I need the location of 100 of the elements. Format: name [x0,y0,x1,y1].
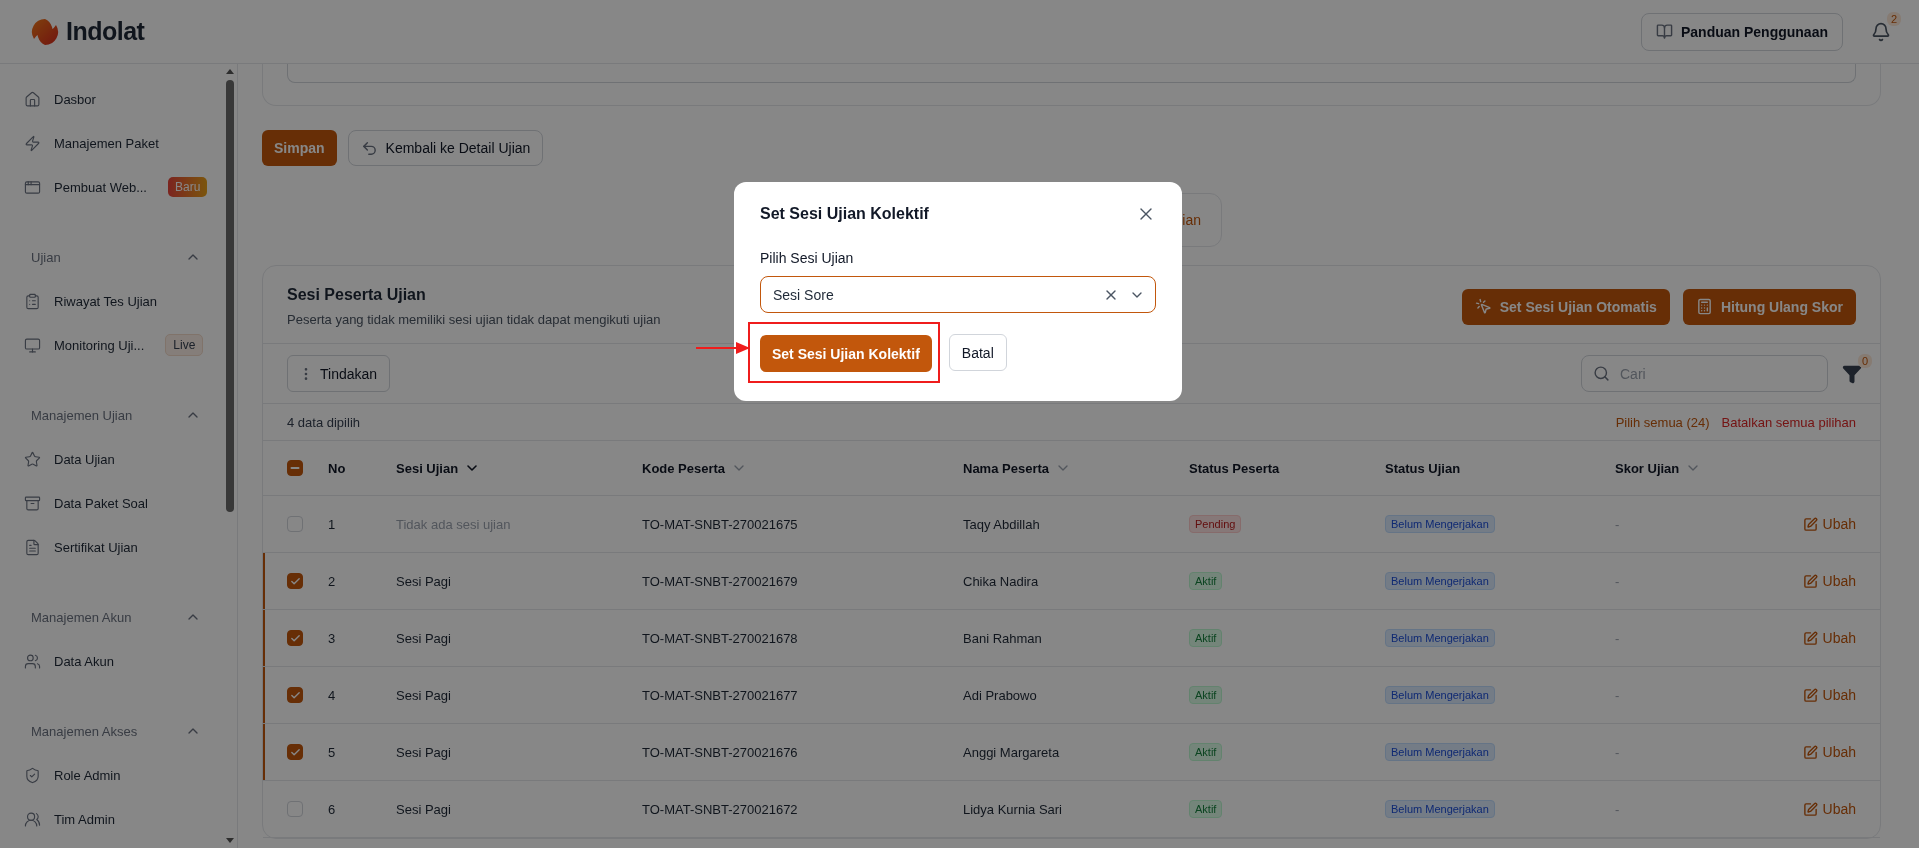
table-cell-text: TO-MAT-SNBT-270021679 [642,573,799,589]
status-tag: Belum Mengerjakan [1385,629,1495,647]
notification-icon[interactable] [1871,21,1891,42]
cancel-button[interactable]: Batal [948,334,1007,371]
table-cell-text: - [1615,744,1621,760]
table-cell-text: 1 [328,516,337,532]
nav-item[interactable]: Tim Admin [0,797,223,841]
table-cell-text: - [1615,573,1621,589]
save-button[interactable]: Simpan [262,130,337,166]
clear-selection-link[interactable]: Batalkan semua pilihan [1721,414,1856,430]
auto-session-button[interactable]: Set Sesi Ujian Otomatis [1461,288,1670,325]
nav-item[interactable]: Sertifikat Ujian [0,525,223,569]
row-checkbox[interactable] [287,630,303,646]
check-icon [289,575,301,587]
table-cell-text: TO-MAT-SNBT-270021678 [642,630,799,646]
edit-icon [1802,516,1818,532]
table-cell-text: 3 [328,630,337,646]
scrollbar[interactable] [225,68,235,844]
status-tag: Belum Mengerjakan [1385,686,1495,704]
section-title: Manajemen Ujian [31,407,133,423]
status-tag: Aktif [1189,743,1223,761]
notification-count: 2 [1886,11,1901,26]
session-select[interactable]: Sesi Sore [760,276,1156,313]
recount-button[interactable]: Hitung Ulang Skor [1682,288,1856,325]
edit-icon [1802,630,1818,646]
row-checkbox[interactable] [287,744,303,760]
table-cell-text: Anggi Margareta [963,744,1061,760]
nav-item[interactable]: Role Admin [0,753,223,797]
text-field[interactable] [287,64,1856,83]
column-header[interactable]: Nama Peserta [963,460,1189,476]
back-button[interactable]: Kembali ke Detail Ujian [347,130,544,166]
book-icon [1656,23,1673,40]
users-icon [24,652,41,670]
table-cell-text: Taqy Abdillah [963,516,1041,532]
logo-icon [30,16,60,47]
status-tag: Aktif [1189,572,1223,590]
nav-item[interactable]: Data Ujian [0,437,223,481]
status-tag: Aktif [1189,629,1223,647]
column-header[interactable]: Kode Peserta [642,460,963,476]
guide-button[interactable]: Panduan Penggunaan [1641,12,1843,51]
selection-summary: 4 data dipilih [287,414,360,430]
edit-link[interactable]: Ubah [1802,573,1856,589]
table-cell-text: - [1615,516,1621,532]
field-label: Pilih Sesi Ujian [760,250,855,266]
edit-icon [1802,573,1818,589]
edit-icon [1802,801,1818,817]
nav-item[interactable]: Monitoring Uji... Live [0,323,223,367]
table-cell-text: Sesi Pagi [396,801,452,817]
row-checkbox[interactable] [287,687,303,703]
confirm-button[interactable]: Set Sesi Ujian Kolektif [760,335,932,372]
column-header[interactable]: Skor Ujian [1615,460,1856,476]
check-icon [289,746,301,758]
check-icon [289,689,301,701]
edit-icon [1802,687,1818,703]
clipboard-icon [24,292,41,310]
actions-menu-button[interactable]: Tindakan [287,355,391,392]
row-checkbox[interactable] [287,573,303,589]
select-all-checkbox[interactable] [287,460,303,476]
edit-link[interactable]: Ubah [1802,744,1856,760]
section-title: Manajemen Akun [31,609,132,625]
table-cell-text: Sesi Pagi [396,687,452,703]
panel-subtitle: Peserta yang tidak memiliki sesi ujian tidak dapat mengikuti ujian [287,312,661,327]
table-cell-text: Sesi Pagi [396,630,452,646]
status-tag: Belum Mengerjakan [1385,800,1495,818]
edit-link[interactable]: Ubah [1802,801,1856,817]
edit-link[interactable]: Ubah [1802,516,1856,532]
nav-item[interactable]: Dasbor [0,77,223,121]
status-tag: Belum Mengerjakan [1385,743,1495,761]
select-all-link[interactable]: Pilih semua (24) [1615,414,1710,430]
table-cell-text: TO-MAT-SNBT-270021676 [642,744,799,760]
monitor-icon [24,336,41,354]
section-title: Ujian [31,249,61,265]
brand-name: Indolat [66,17,145,46]
edit-icon [1802,744,1818,760]
filter-count: 0 [1857,353,1872,368]
lightning-icon [24,134,41,152]
table-cell-text: TO-MAT-SNBT-270021675 [642,516,799,532]
column-header: No [328,460,347,476]
table-cell-text: Lidya Kurnia Sari [963,801,1063,817]
nav-badge: Baru [168,177,208,197]
table-cell-text: Bani Rahman [963,630,1043,646]
filter-icon[interactable] [1842,363,1862,384]
table-cell-text: 2 [328,573,337,589]
return-arrow-icon [360,139,378,157]
table-cell-text: Sesi Pagi [396,744,452,760]
edit-link[interactable]: Ubah [1802,687,1856,703]
nav-item[interactable]: Data Akun [0,639,223,683]
search-icon [1593,365,1610,382]
nav-item[interactable]: Riwayat Tes Ujian [0,279,223,323]
status-tag: Belum Mengerjakan [1385,515,1495,533]
column-header[interactable]: Sesi Ujian [396,460,642,476]
nav-item[interactable]: Manajemen Paket [0,121,223,165]
nav-item[interactable]: Data Paket Soal [0,481,223,525]
status-tag: Pending [1189,515,1242,533]
table-cell-text: 6 [328,801,337,817]
column-header: Status Ujian [1385,460,1462,476]
window-icon [24,178,41,196]
table-cell-text: - [1615,687,1621,703]
nav-item[interactable]: Pembuat Web... Baru [0,165,223,209]
edit-link[interactable]: Ubah [1802,630,1856,646]
